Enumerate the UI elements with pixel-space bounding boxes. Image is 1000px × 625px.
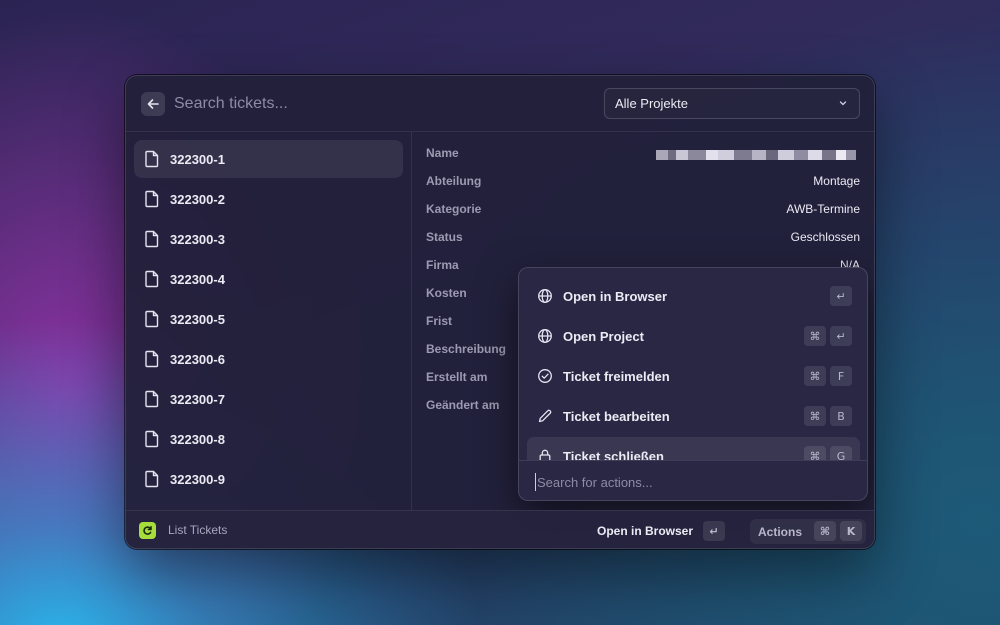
list-item[interactable]: 322300-7 xyxy=(134,380,403,418)
detail-key: Frist xyxy=(426,314,453,328)
detail-key: Erstellt am xyxy=(426,370,488,384)
refresh-icon xyxy=(143,526,152,535)
actions-list: Open in Browser ↵ Open Project ⌘ ↵ Ticke… xyxy=(519,268,867,460)
primary-action-label: Open in Browser xyxy=(597,524,694,538)
detail-key: Kategorie xyxy=(426,202,482,216)
shortcut: ⌘ B xyxy=(804,406,852,426)
shortcut: ⌘ K xyxy=(814,521,862,541)
actions-button[interactable]: Actions ⌘ K xyxy=(750,519,866,544)
return-key: ↵ xyxy=(703,521,726,541)
return-key: ↵ xyxy=(830,286,852,306)
document-icon xyxy=(144,310,160,328)
chevron-down-icon xyxy=(839,101,847,106)
lock-icon xyxy=(537,448,553,460)
raycast-window: Alle Projekte 322300-1 322300-2 322300-3… xyxy=(125,75,875,549)
document-icon xyxy=(144,190,160,208)
footer: List Tickets Open in Browser ↵ Actions ⌘… xyxy=(126,510,874,548)
detail-key: Status xyxy=(426,230,463,244)
document-icon xyxy=(144,150,160,168)
ticket-label: 322300-7 xyxy=(170,391,225,407)
action-search-input[interactable] xyxy=(535,473,845,491)
command-key: ⌘ xyxy=(804,406,826,426)
search-input[interactable] xyxy=(174,92,474,116)
detail-row-status: Status Geschlossen xyxy=(426,228,860,248)
document-icon xyxy=(144,470,160,488)
list-item[interactable]: 322300-5 xyxy=(134,300,403,338)
document-icon xyxy=(144,390,160,408)
document-icon xyxy=(144,430,160,448)
detail-value: Montage xyxy=(813,174,860,188)
action-label: Open in Browser xyxy=(563,288,668,304)
shortcut: ⌘ F xyxy=(804,366,852,386)
actions-popover: Open in Browser ↵ Open Project ⌘ ↵ Ticke… xyxy=(518,267,868,501)
ticket-label: 322300-6 xyxy=(170,351,225,367)
detail-key: Geändert am xyxy=(426,398,500,412)
ticket-label: 322300-5 xyxy=(170,311,225,327)
document-icon xyxy=(144,230,160,248)
ticket-label: 322300-3 xyxy=(170,231,225,247)
action-ticket-schliessen[interactable]: Ticket schließen ⌘ G xyxy=(527,437,860,460)
primary-action-button[interactable]: Open in Browser ↵ xyxy=(597,519,726,543)
list-item[interactable]: 322300-8 xyxy=(134,420,403,458)
letter-key: K xyxy=(840,521,862,541)
ticket-label: 322300-9 xyxy=(170,471,225,487)
detail-row-name: Name xyxy=(426,144,860,164)
letter-key: B xyxy=(830,406,852,426)
action-label: Ticket freimelden xyxy=(563,368,670,384)
command-key: ⌘ xyxy=(804,326,826,346)
detail-key: Name xyxy=(426,146,459,160)
detail-row-abteilung: Abteilung Montage xyxy=(426,172,860,192)
detail-key: Firma xyxy=(426,258,459,272)
project-dropdown[interactable]: Alle Projekte xyxy=(604,88,860,119)
action-ticket-freimelden[interactable]: Ticket freimelden ⌘ F xyxy=(527,357,860,395)
ticket-label: 322300-4 xyxy=(170,271,225,287)
shortcut: ⌘ ↵ xyxy=(804,326,852,346)
globe-icon xyxy=(537,288,553,304)
list-item[interactable]: 322300-9 xyxy=(134,460,403,498)
command-key: ⌘ xyxy=(804,446,826,460)
document-icon xyxy=(144,350,160,368)
command-key: ⌘ xyxy=(814,521,836,541)
list-item[interactable]: 322300-3 xyxy=(134,220,403,258)
pencil-icon xyxy=(537,408,553,424)
return-key: ↵ xyxy=(830,326,852,346)
redacted-value xyxy=(656,150,856,160)
detail-value: Geschlossen xyxy=(790,230,860,244)
footer-title: List Tickets xyxy=(168,523,228,537)
action-search-bar xyxy=(519,460,867,500)
detail-value: AWB-Termine xyxy=(786,202,860,216)
ticket-label: 322300-1 xyxy=(170,151,225,167)
list-item[interactable]: 322300-1 xyxy=(134,140,403,178)
detail-key: Kosten xyxy=(426,286,467,300)
ticket-label: 322300-2 xyxy=(170,191,225,207)
list-item[interactable]: 322300-6 xyxy=(134,340,403,378)
list-item[interactable]: 322300-2 xyxy=(134,180,403,218)
action-label: Ticket schließen xyxy=(563,448,664,461)
globe-icon xyxy=(537,328,553,344)
ticket-list: 322300-1 322300-2 322300-3 322300-4 3223… xyxy=(126,132,412,510)
shortcut: ↵ xyxy=(830,286,852,306)
document-icon xyxy=(144,270,160,288)
detail-key: Beschreibung xyxy=(426,342,507,356)
action-label: Ticket bearbeiten xyxy=(563,408,670,424)
actions-label: Actions xyxy=(758,524,803,539)
command-key: ⌘ xyxy=(804,366,826,386)
ticket-label: 322300-8 xyxy=(170,431,225,447)
detail-row-kategorie: Kategorie AWB-Termine xyxy=(426,200,860,220)
action-open-in-browser[interactable]: Open in Browser ↵ xyxy=(527,277,860,315)
letter-key: G xyxy=(830,446,852,460)
app-icon xyxy=(139,522,156,539)
action-label: Open Project xyxy=(563,328,644,344)
header: Alle Projekte xyxy=(126,76,874,132)
check-circle-icon xyxy=(537,368,553,384)
letter-key: F xyxy=(830,366,852,386)
back-button[interactable] xyxy=(141,92,165,116)
action-ticket-bearbeiten[interactable]: Ticket bearbeiten ⌘ B xyxy=(527,397,860,435)
detail-key: Abteilung xyxy=(426,174,482,188)
action-open-project[interactable]: Open Project ⌘ ↵ xyxy=(527,317,860,355)
shortcut: ⌘ G xyxy=(804,446,852,460)
list-item[interactable]: 322300-4 xyxy=(134,260,403,298)
project-dropdown-value: Alle Projekte xyxy=(615,96,688,111)
arrow-left-icon xyxy=(147,99,159,109)
